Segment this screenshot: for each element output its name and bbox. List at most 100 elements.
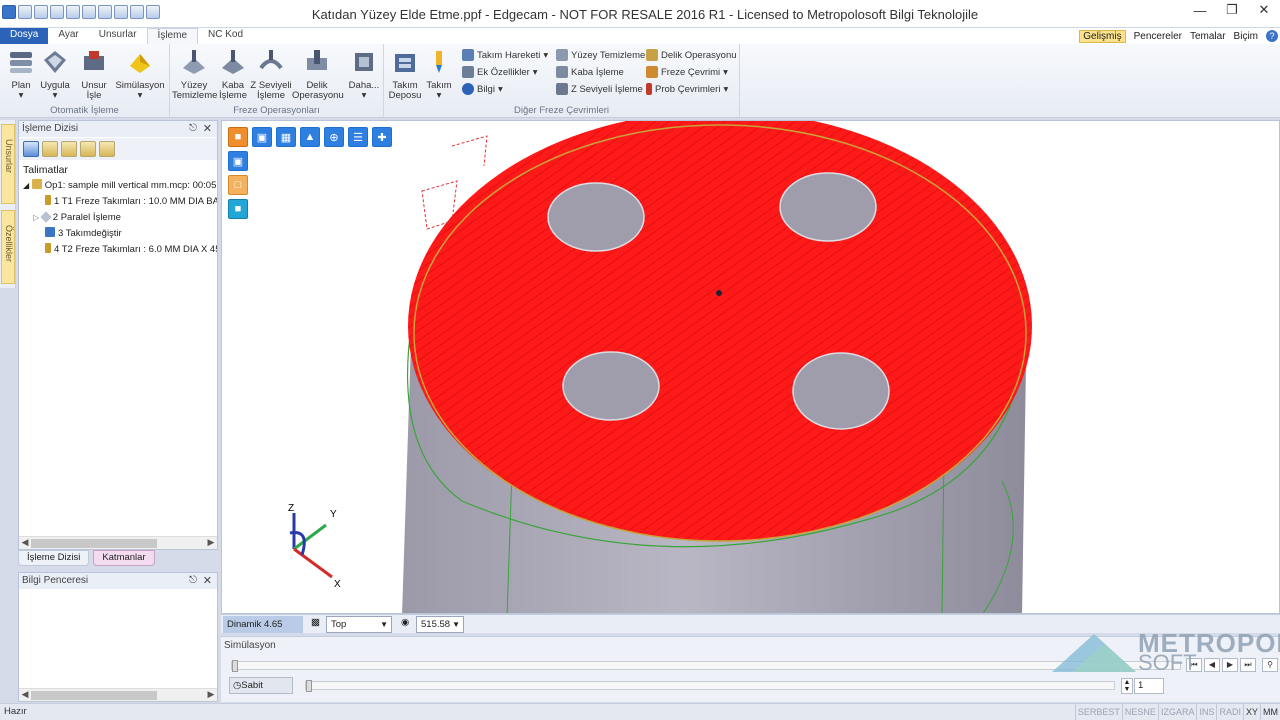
axis-z-label: Z	[288, 503, 294, 514]
side-tab-ozellikler[interactable]: Özellikler	[1, 210, 15, 284]
tab-nc-kod[interactable]: NC Kod	[198, 28, 253, 44]
tool-list-icon[interactable]	[42, 141, 58, 157]
takim-hareketi-menu[interactable]: Takım Hareketi ▾	[462, 49, 548, 61]
tree-item-op1[interactable]: ◢ Op1: sample mill vertical mm.mcp: 00:0…	[23, 179, 217, 193]
tree-item-1[interactable]: 1 T1 Freze Takımları : 10.0 MM DIA BA	[45, 195, 217, 209]
step-spinner[interactable]: ▲ ▼	[1121, 678, 1133, 694]
tree-item-3[interactable]: 3 Takımdeğiştir	[45, 227, 217, 241]
mode-izgara[interactable]: IZGARA	[1157, 704, 1197, 720]
tree-item-2[interactable]: ▷ 2 Paralel İşleme	[33, 211, 217, 225]
globe-icon[interactable]	[80, 141, 96, 157]
mode-nesne[interactable]: NESNE	[1121, 704, 1158, 720]
tab-isleme[interactable]: İşleme	[146, 28, 198, 44]
shaded-view-icon[interactable]: ■	[228, 127, 248, 147]
solid-icon[interactable]: ■	[228, 199, 248, 219]
takim-button[interactable]: Takım ▾	[424, 48, 454, 101]
zoom-select[interactable]: 515.58 ▼	[416, 616, 464, 633]
snap-icon[interactable]: ✚	[372, 127, 392, 147]
close-icon[interactable]: ✕	[203, 121, 212, 137]
mode-radi[interactable]: RADI	[1216, 704, 1243, 720]
tab-katmanlar[interactable]: Katmanlar	[93, 550, 155, 566]
mode-serbest[interactable]: SERBEST	[1074, 704, 1122, 720]
freze-cevrimi-menu[interactable]: Freze Çevrimi ▾	[646, 66, 728, 78]
pin-icon[interactable]: ⎋	[189, 121, 197, 137]
zoom-icon[interactable]: ⊕	[324, 127, 344, 147]
refresh-icon[interactable]	[23, 141, 39, 157]
kaba-isleme-small[interactable]: Kaba İşleme	[556, 66, 624, 78]
status-text: Hazır	[4, 706, 27, 717]
tab-isleme-dizisi[interactable]: İşleme Dizisi	[18, 550, 90, 566]
hole-operation-icon	[307, 50, 327, 70]
list-icon[interactable]: ☰	[348, 127, 368, 147]
prob-cevrimleri-menu[interactable]: Prob Çevrimleri ▾	[646, 83, 728, 95]
speed-knob[interactable]	[306, 680, 312, 692]
daha-button[interactable]: Daha... ▾	[346, 48, 382, 101]
step-input[interactable]: 1	[1134, 678, 1164, 694]
hole-bottom-left	[562, 351, 660, 421]
uygula-button[interactable]: Uygula ▾	[38, 48, 72, 101]
tab-unsurlar[interactable]: Unsurlar	[89, 28, 147, 44]
horizontal-scrollbar[interactable]: ◀ ▶	[19, 688, 217, 701]
graphics-viewport[interactable]: ■ ▣ ▦ ▲ ⊕ ☰ ✚ ▣ □ ■ Z Y X	[221, 120, 1280, 614]
machine-icon	[31, 179, 42, 189]
scroll-thumb[interactable]	[31, 691, 157, 700]
bilgi-menu[interactable]: Bilgi ▾	[462, 83, 503, 95]
mode-mm[interactable]: MM	[1260, 704, 1280, 720]
temalar-menu[interactable]: Temalar	[1190, 31, 1226, 42]
mode-ins[interactable]: INS	[1196, 704, 1216, 720]
gelismis-button[interactable]: Gelişmiş	[1079, 29, 1126, 43]
close-icon[interactable]: ✕	[203, 573, 212, 589]
pin-icon[interactable]: ⎋	[189, 573, 197, 589]
yuzey-temizleme-button[interactable]: Yüzey Temizleme	[172, 48, 217, 101]
help-icon[interactable]: ?	[1266, 30, 1278, 42]
kaba-isleme-button[interactable]: Kaba İşleme	[216, 48, 250, 101]
close-button[interactable]: ✕	[1248, 0, 1280, 20]
scroll-left-icon[interactable]: ◀	[19, 689, 31, 700]
wireframe-icon[interactable]: □	[228, 175, 248, 195]
machine-view-icon[interactable]: ▣	[252, 127, 272, 147]
horizontal-scrollbar[interactable]: ◀ ▶	[19, 536, 217, 549]
delik-operasyonu-button[interactable]: Delik Operasyonu	[292, 48, 344, 101]
simulation-track[interactable]	[231, 660, 1181, 672]
tab-dosya[interactable]: Dosya	[0, 28, 49, 44]
ek-ozellikler-menu[interactable]: Ek Özellikler ▾	[462, 66, 538, 78]
speed-track[interactable]	[305, 680, 1115, 692]
bicim-menu[interactable]: Biçim	[1234, 31, 1258, 42]
side-tab-unsurlar[interactable]: Unsurlar	[1, 124, 15, 204]
metropolsoft-logo: METROPOL SOFT	[1052, 628, 1280, 675]
delik-operasyonu-small[interactable]: Delik Operasyonu	[646, 49, 737, 61]
minimize-button[interactable]: —	[1184, 0, 1216, 20]
tree-item-4[interactable]: 4 T2 Freze Takımları : 6.0 MM DIA X 45	[45, 243, 217, 257]
tree-root[interactable]: Talimatlar	[23, 163, 68, 177]
view-select[interactable]: Top ▼	[326, 616, 392, 633]
pin-view-icon[interactable]: ▲	[300, 127, 320, 147]
maximize-button[interactable]: ❐	[1216, 0, 1248, 20]
scroll-right-icon[interactable]: ▶	[205, 537, 217, 548]
scroll-right-icon[interactable]: ▶	[205, 689, 217, 700]
sabit-button[interactable]: ◷Sabit	[229, 677, 293, 694]
unsur-isle-button[interactable]: Unsur İşle	[76, 48, 112, 101]
scroll-left-icon[interactable]: ◀	[19, 537, 31, 548]
yuzey-temizleme-small[interactable]: Yüzey Temizleme	[556, 49, 645, 61]
layout-icon[interactable]: ▦	[276, 127, 296, 147]
takim-deposu-button[interactable]: Takım Deposu	[386, 48, 424, 101]
table-icon[interactable]	[61, 141, 77, 157]
simulation-knob[interactable]	[232, 660, 238, 672]
z-seviyeli-isleme-small[interactable]: Z Seviyeli İşleme	[556, 83, 643, 95]
plan-button[interactable]: Plan ▾	[4, 48, 38, 101]
hole-bottom-right	[792, 352, 890, 430]
tool-change-icon	[45, 227, 55, 237]
tab-ayar[interactable]: Ayar	[48, 28, 88, 44]
group-label-freze: Freze Operasyonları	[233, 105, 320, 116]
sync-icon[interactable]	[99, 141, 115, 157]
simulasyon-button[interactable]: Simülasyon ▾	[114, 48, 166, 101]
logo-triangle-icon	[1052, 634, 1136, 672]
mode-xy[interactable]: XY	[1242, 704, 1260, 720]
bilgi-penceresi-panel: Bilgi Penceresi ⎋ ✕ ◀ ▶	[18, 572, 218, 702]
iso-view-icon[interactable]: ▣	[228, 151, 248, 171]
scroll-thumb[interactable]	[31, 539, 157, 548]
pencereler-menu[interactable]: Pencereler	[1134, 31, 1182, 42]
parallel-machining-icon	[40, 211, 52, 223]
z-seviyeli-isleme-button[interactable]: Z Seviyeli İşleme	[250, 48, 292, 101]
logo-line2: SOFT	[1138, 650, 1197, 675]
